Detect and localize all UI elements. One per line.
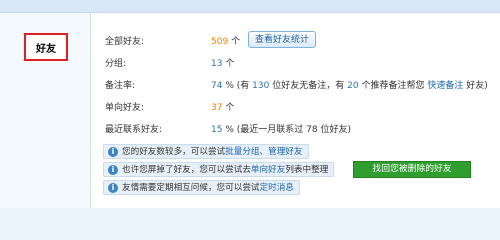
remark-rate-number: 74: [211, 81, 223, 91]
remark-text-2: 位好友无备注，有: [272, 81, 345, 91]
friends-nav-item[interactable]: 好友: [24, 33, 68, 61]
info-icon: i: [108, 165, 118, 175]
tip1-text: 您的好友数较多，可以尝试: [122, 147, 226, 157]
left-sidebar: 好友: [0, 13, 91, 208]
tip-batch-group: i 您的好友数较多，可以尝试批量分组、管理好友: [103, 144, 309, 159]
tip3-text: 友情需要定期相互问候，您可以尝试: [122, 183, 260, 193]
quick-remark-link[interactable]: 快速备注: [427, 81, 463, 91]
scheduled-message-link[interactable]: 定时消息: [260, 183, 294, 193]
recent-text-1: (最近一月联系过: [236, 125, 304, 135]
tip2-text-1: 也许您屏掉了好友，您可以尝试去: [122, 165, 251, 175]
remark-rate-value: 74 % (有 130 位好友无备注，有 20 个推荐备注帮您 快速备注 好友): [211, 78, 488, 91]
batch-group-manage-link[interactable]: 批量分组、管理好友: [225, 147, 302, 157]
oneway-friends-unit: 个: [225, 103, 235, 113]
recent-contact-label: 最近联系好友:: [105, 125, 163, 135]
top-strip: [0, 0, 500, 13]
remark-rate-label: 备注率:: [105, 81, 136, 91]
recommend-remark-count: 20: [347, 81, 359, 91]
remark-text-4: 好友): [466, 81, 488, 91]
remark-text-1: (有: [236, 81, 250, 91]
all-friends-value: 509 个: [211, 34, 240, 47]
recent-contact-value: 15 % (最近一月联系过 78 位好友): [211, 122, 351, 135]
recent-text-2: 位好友): [320, 125, 351, 135]
all-friends-count: 509: [211, 37, 229, 47]
groups-count: 13: [211, 59, 223, 69]
tip2-text-2: 列表中整理: [285, 165, 329, 175]
oneway-friends-count: 37: [211, 103, 223, 113]
oneway-friends-value: 37 个: [211, 100, 234, 113]
oneway-friends-label: 单向好友:: [105, 103, 145, 113]
groups-label: 分组:: [105, 59, 127, 69]
remark-text-3: 个推荐备注帮您: [361, 81, 425, 91]
remark-rate-percent: %: [225, 81, 234, 91]
groups-unit: 个: [225, 59, 235, 69]
recent-contact-count: 78: [306, 125, 318, 135]
recent-contact-rate: 15: [211, 125, 223, 135]
info-icon: i: [108, 183, 118, 193]
no-remark-count: 130: [252, 81, 270, 91]
tip-scheduled-message: i 友情需要定期相互问候，您可以尝试定时消息: [103, 180, 300, 195]
all-friends-label: 全部好友:: [105, 37, 145, 47]
oneway-friends-link[interactable]: 单向好友: [251, 165, 285, 175]
groups-value: 13 个: [211, 56, 234, 69]
view-friend-stats-button[interactable]: 查看好友统计: [248, 31, 316, 48]
friend-stats-panel: 全部好友: 509 个 查看好友统计 分组: 13 个 备注率: 74 % (有…: [91, 13, 500, 208]
all-friends-unit: 个: [231, 37, 241, 47]
recent-contact-percent: %: [225, 125, 234, 135]
tip-oneway-friends: i 也许您屏掉了好友，您可以尝试去单向好友列表中整理: [103, 162, 335, 177]
find-deleted-friends-button[interactable]: 找回您被删除的好友: [353, 161, 471, 178]
info-icon: i: [108, 147, 118, 157]
